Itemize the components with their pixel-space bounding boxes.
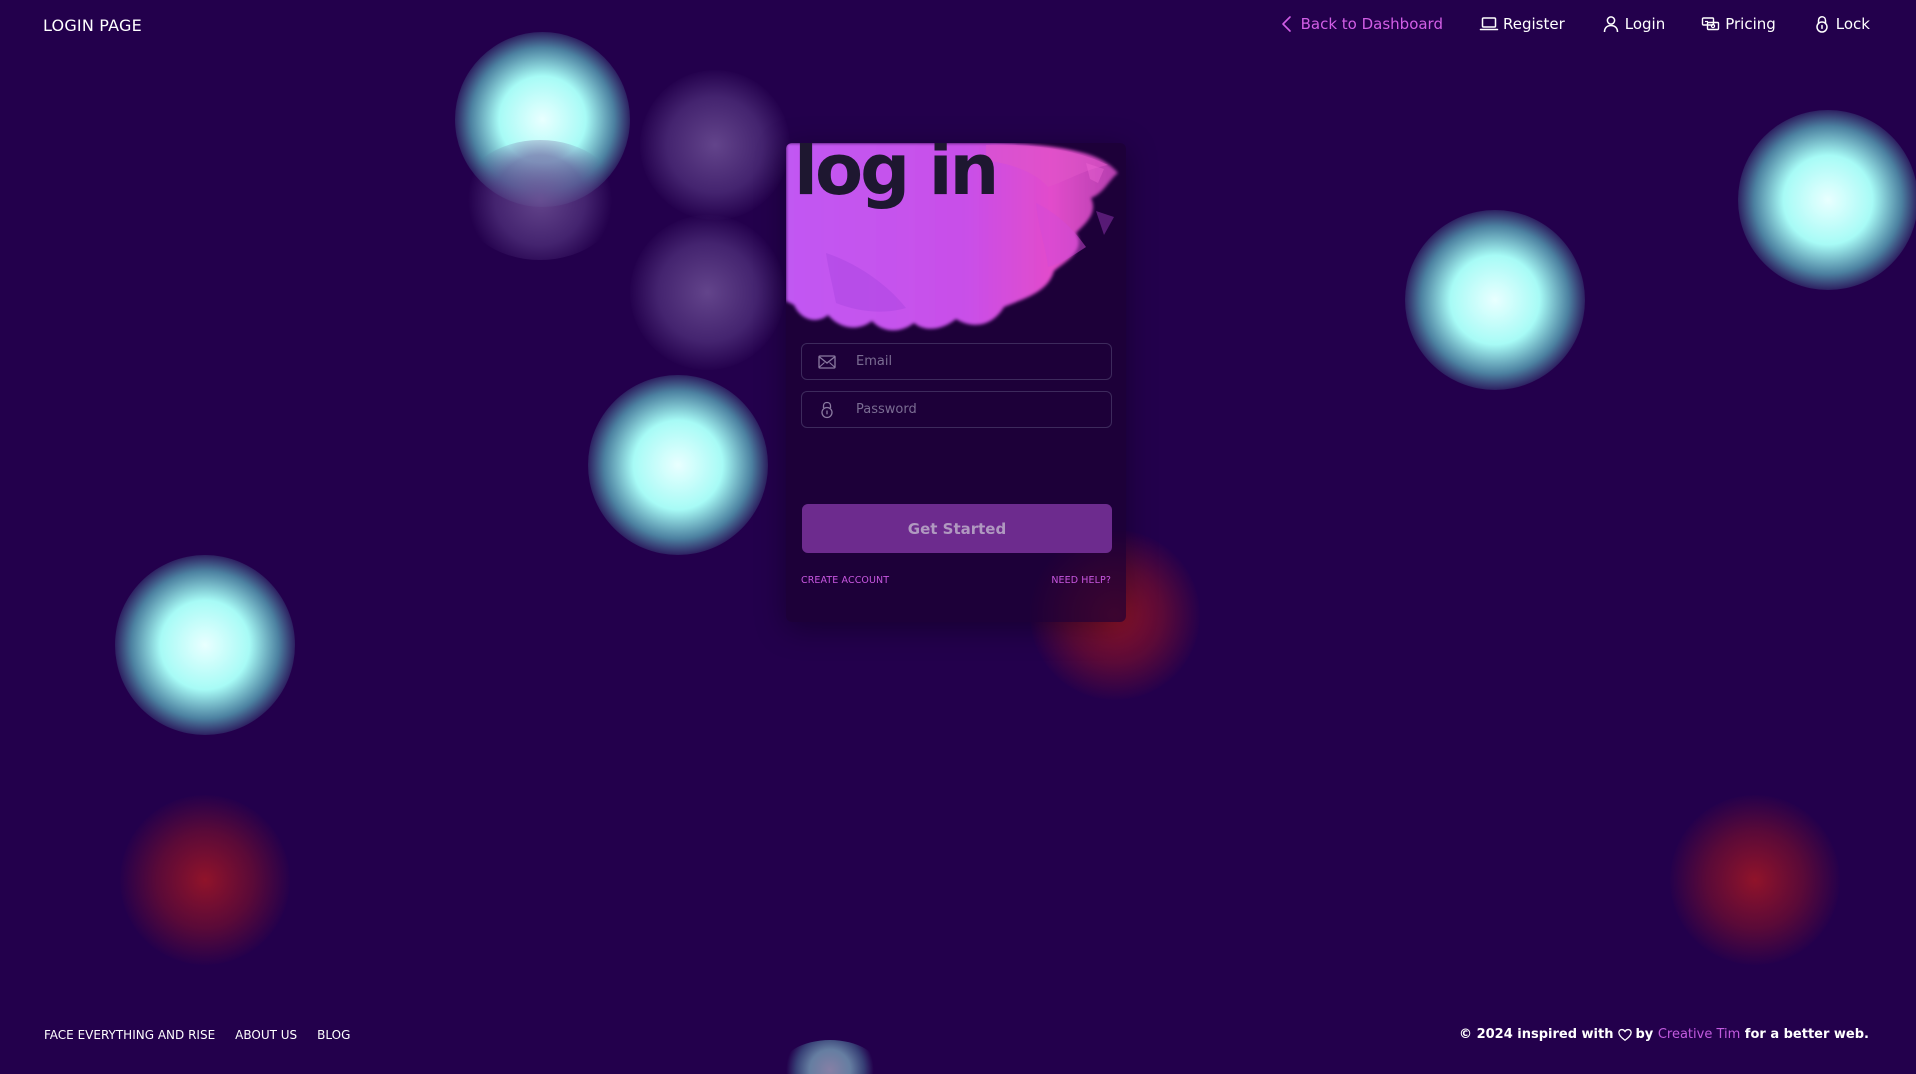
get-started-button[interactable]: Get Started (802, 504, 1112, 553)
nav-register[interactable]: Register (1479, 14, 1565, 34)
creative-tim-link[interactable]: Creative Tim (1658, 1027, 1740, 1042)
footer-link-face-everything[interactable]: FACE EVERYTHING AND RISE (44, 1028, 215, 1042)
need-help-link[interactable]: NEED HELP? (1051, 575, 1111, 586)
nav-lock[interactable]: Lock (1812, 14, 1870, 34)
nav-label: Login (1624, 15, 1666, 33)
email-field[interactable] (852, 344, 1111, 379)
heart-icon (1617, 1028, 1632, 1042)
email-icon (802, 344, 852, 379)
login-card: log in Get Started CREATE ACCOUNT NEED H… (786, 143, 1126, 622)
money-coins-icon (1701, 14, 1721, 34)
background-orb (780, 1040, 880, 1074)
background-orb (1670, 795, 1840, 965)
password-field[interactable] (852, 392, 1111, 427)
copyright-by: by (1635, 1027, 1654, 1042)
navbar-menu: Back to Dashboard Register Login Pricing (1241, 14, 1870, 34)
background-orb (460, 140, 620, 260)
footer-link-about-us[interactable]: ABOUT US (235, 1028, 297, 1042)
copyright-suffix: for a better web. (1744, 1027, 1869, 1042)
nav-label: Lock (1835, 15, 1870, 33)
user-icon (1601, 14, 1621, 34)
background-orb (640, 70, 790, 220)
background-orb (120, 795, 290, 965)
nav-label: Register (1502, 15, 1565, 33)
card-header-image: log in (786, 143, 1126, 338)
nav-back-to-dashboard[interactable]: Back to Dashboard (1277, 14, 1443, 34)
background-orb (115, 555, 295, 735)
chevron-left-icon (1277, 14, 1297, 34)
lock-icon (1812, 14, 1832, 34)
email-input-group (801, 343, 1112, 380)
password-input-group (801, 391, 1112, 428)
footer-link-blog[interactable]: BLOG (317, 1028, 350, 1042)
copyright-prefix: © 2024 inspired with (1459, 1027, 1614, 1042)
create-account-link[interactable]: CREATE ACCOUNT (801, 575, 889, 586)
nav-label: Back to Dashboard (1300, 15, 1443, 33)
nav-pricing[interactable]: Pricing (1701, 14, 1776, 34)
top-navbar: LOGIN PAGE Back to Dashboard Register Lo… (0, 0, 1916, 54)
card-title: log in (794, 143, 999, 211)
footer-nav: FACE EVERYTHING AND RISE ABOUT US BLOG (44, 1028, 370, 1042)
background-orb (588, 375, 768, 555)
nav-login[interactable]: Login (1601, 14, 1665, 34)
laptop-icon (1479, 14, 1499, 34)
lock-icon (802, 392, 852, 427)
background-orb (1738, 110, 1916, 290)
page: LOGIN PAGE Back to Dashboard Register Lo… (0, 0, 1916, 1074)
background-orb (1405, 210, 1585, 390)
background-orb (630, 215, 785, 370)
copyright: © 2024 inspired with by Creative Tim for… (1459, 1027, 1869, 1042)
nav-label: Pricing (1725, 15, 1776, 33)
navbar-brand[interactable]: LOGIN PAGE (43, 16, 142, 35)
